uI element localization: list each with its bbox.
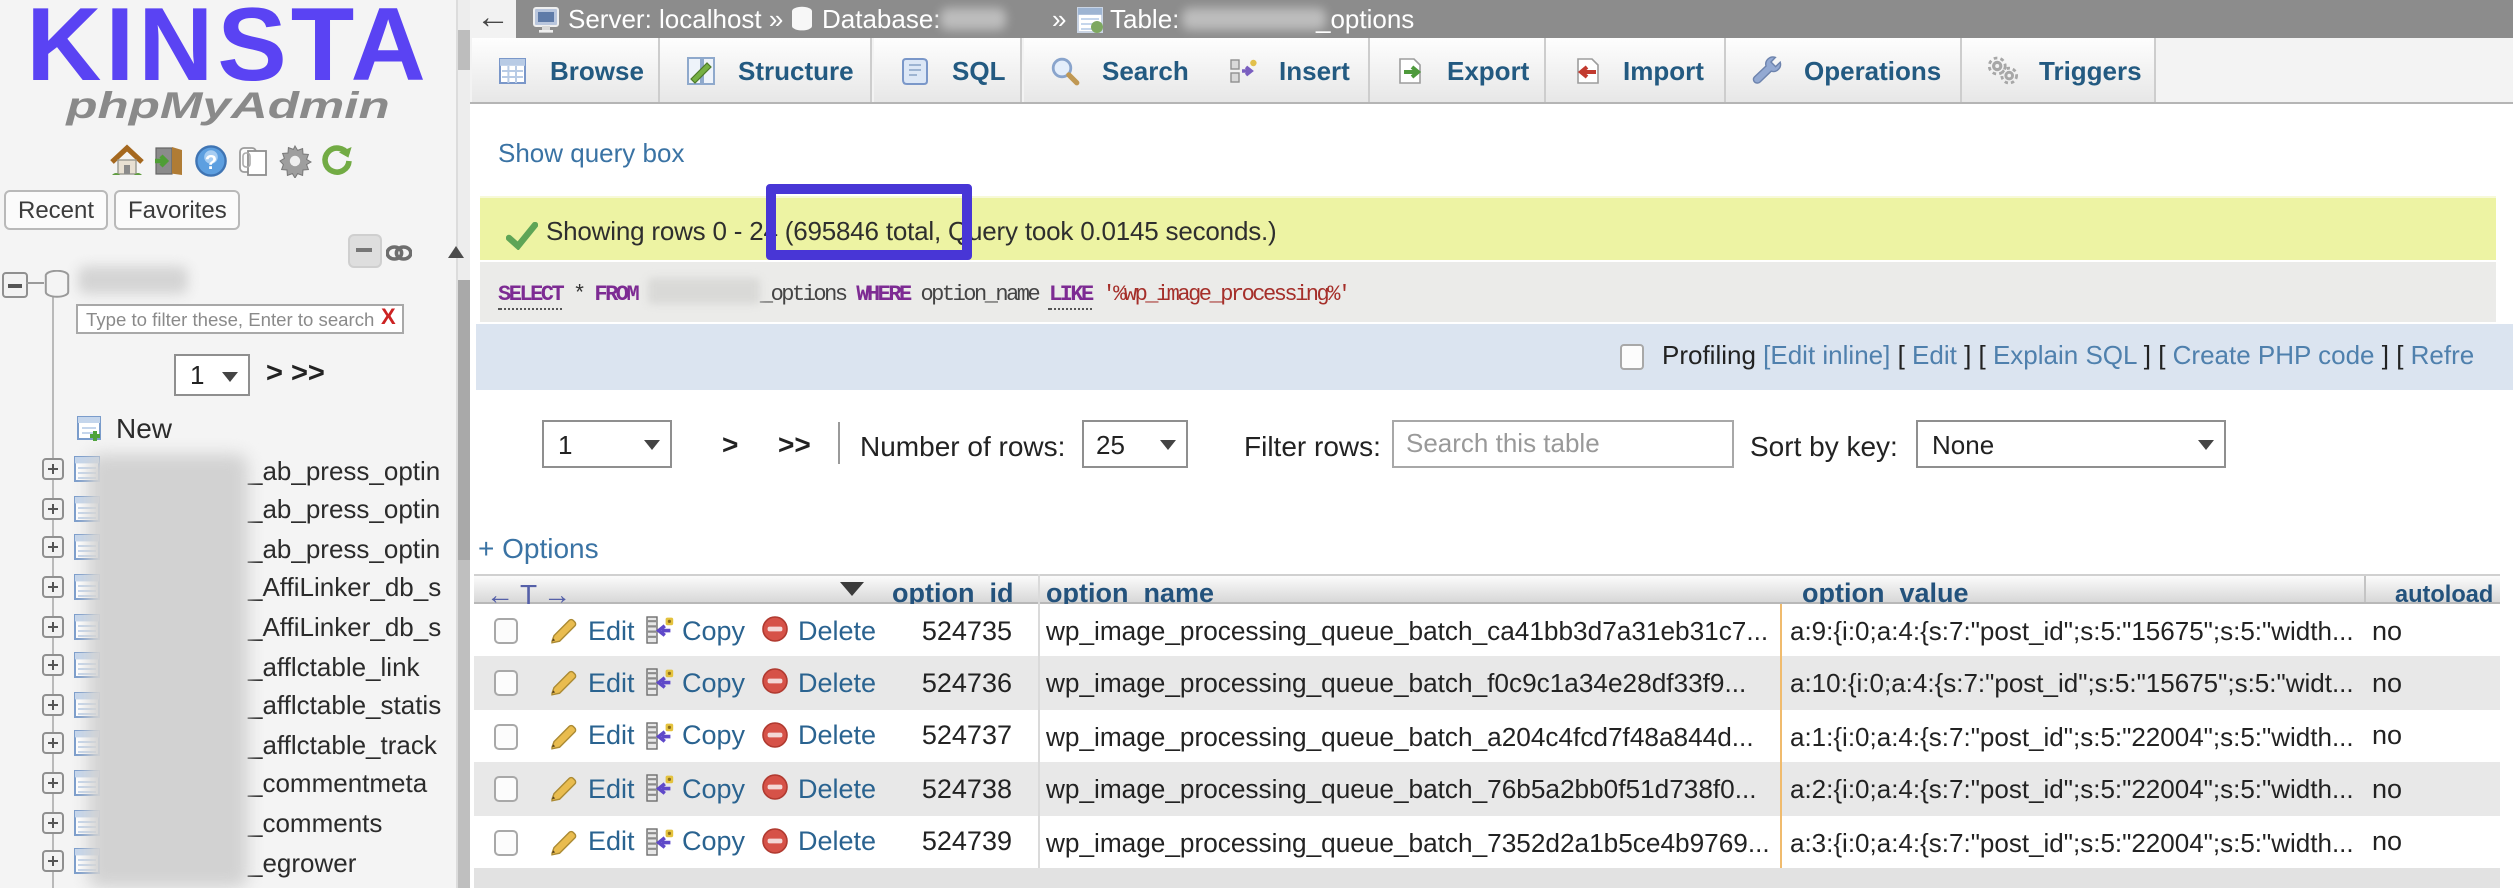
svg-text:?: ? bbox=[205, 152, 217, 174]
